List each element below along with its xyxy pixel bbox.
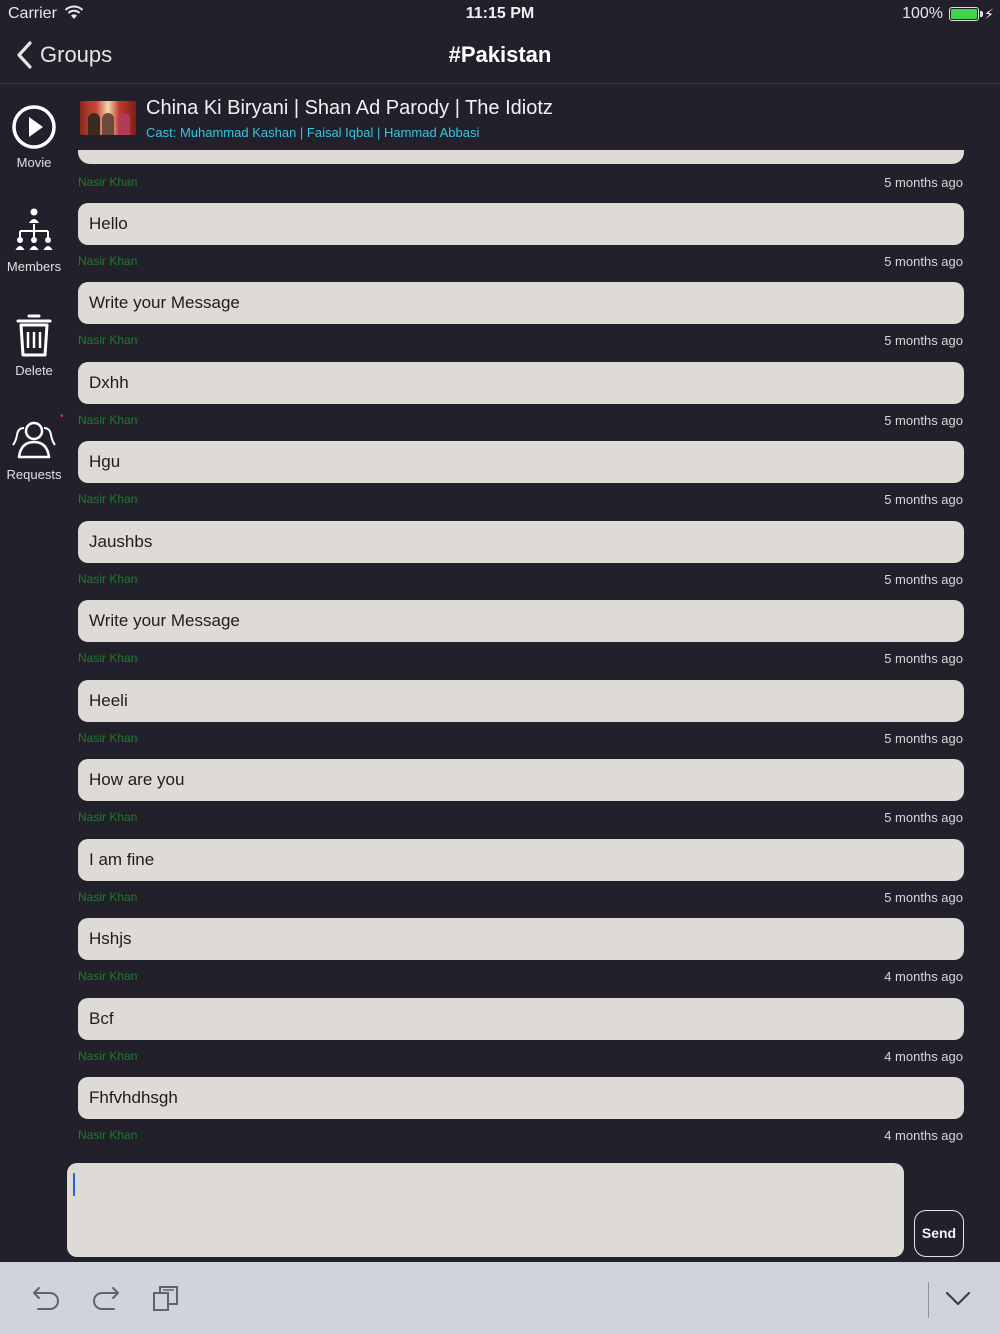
message-sender: Nasir Khan (78, 175, 138, 189)
sidebar-item-delete[interactable]: Delete (0, 311, 68, 378)
message-bubble: Bcf (78, 998, 964, 1040)
message-sender: Nasir Khan (78, 492, 138, 506)
requests-badge-dot: • (60, 411, 64, 422)
message-sender: Nasir Khan (78, 731, 138, 745)
message-time: 5 months ago (884, 810, 963, 825)
message-sender: Nasir Khan (78, 1049, 138, 1063)
message-time: 5 months ago (884, 890, 963, 905)
message-time: 5 months ago (884, 333, 963, 348)
message-time: 4 months ago (884, 969, 963, 984)
requests-people-icon (12, 421, 56, 459)
text-cursor (73, 1173, 75, 1196)
message-sender: Nasir Khan (78, 651, 138, 665)
sidebar-item-label: Movie (16, 155, 52, 170)
message-bubble: Dxhh (78, 362, 964, 404)
sidebar-item-requests[interactable]: • Requests (0, 411, 68, 482)
navigation-bar: Groups #Pakistan (0, 28, 1000, 84)
sidebar-item-movie[interactable]: Movie (0, 103, 68, 170)
battery-percent: 100% (902, 5, 943, 22)
message-bubble: Jaushbs (78, 521, 964, 563)
message-list[interactable]: Nasir Khan 5 months ago Hello Nasir Khan… (78, 150, 964, 1150)
message-bubble: Hello (78, 203, 964, 245)
page-title: #Pakistan (448, 42, 552, 67)
message-time: 5 months ago (884, 492, 963, 507)
send-button[interactable]: Send (914, 1210, 964, 1257)
play-circle-icon (12, 105, 56, 149)
sidebar-item-label: Requests (6, 467, 62, 482)
message-sender: Nasir Khan (78, 413, 138, 427)
battery-icon (949, 7, 983, 21)
message-sender: Nasir Khan (78, 333, 138, 347)
members-hierarchy-icon (15, 208, 53, 250)
message-time: 5 months ago (884, 651, 963, 666)
movie-header[interactable]: China Ki Biryani | Shan Ad Parody | The … (78, 95, 978, 147)
message-input[interactable] (67, 1163, 904, 1257)
message-time: 5 months ago (884, 413, 963, 428)
message-time: 4 months ago (884, 1049, 963, 1064)
message-time: 5 months ago (884, 731, 963, 746)
message-bubble-partial (78, 150, 964, 164)
message-bubble: Hshjs (78, 918, 964, 960)
message-sender: Nasir Khan (78, 810, 138, 824)
message-sender: Nasir Khan (78, 890, 138, 904)
message-bubble: Write your Message (78, 282, 964, 324)
message-bubble: Fhfvhdhsgh (78, 1077, 964, 1119)
sidebar-item-label: Members (6, 259, 62, 274)
message-sender: Nasir Khan (78, 969, 138, 983)
message-time: 4 months ago (884, 1128, 963, 1143)
movie-cast: Cast: Muhammad Kashan | Faisal Iqbal | H… (146, 125, 480, 140)
message-sender: Nasir Khan (78, 1128, 138, 1142)
trash-icon (16, 314, 52, 357)
sidebar-item-label: Delete (15, 363, 53, 378)
movie-title: China Ki Biryani | Shan Ad Parody | The … (146, 97, 553, 119)
charging-icon: ⚡ (984, 6, 994, 22)
movie-thumbnail (80, 101, 136, 135)
message-bubble: Write your Message (78, 600, 964, 642)
status-bar: Carrier 11:15 PM 100% ⚡ (0, 0, 1000, 28)
sidebar: Movie Members Delete • Requests (0, 85, 68, 1260)
toolbar-divider (928, 1282, 929, 1318)
message-sender: Nasir Khan (78, 254, 138, 268)
paste-icon[interactable] (150, 1282, 182, 1314)
message-time: 5 months ago (884, 175, 963, 190)
clock: 11:15 PM (465, 5, 535, 22)
message-bubble: Heeli (78, 680, 964, 722)
message-time: 5 months ago (884, 572, 963, 587)
message-time: 5 months ago (884, 254, 963, 269)
message-sender: Nasir Khan (78, 572, 138, 586)
undo-icon[interactable] (30, 1282, 62, 1314)
redo-icon[interactable] (90, 1282, 122, 1314)
sidebar-item-members[interactable]: Members (0, 207, 68, 274)
message-bubble: How are you (78, 759, 964, 801)
message-bubble: I am fine (78, 839, 964, 881)
chevron-down-icon[interactable] (942, 1282, 974, 1314)
message-bubble: Hgu (78, 441, 964, 483)
keyboard-toolbar (0, 1262, 1000, 1334)
